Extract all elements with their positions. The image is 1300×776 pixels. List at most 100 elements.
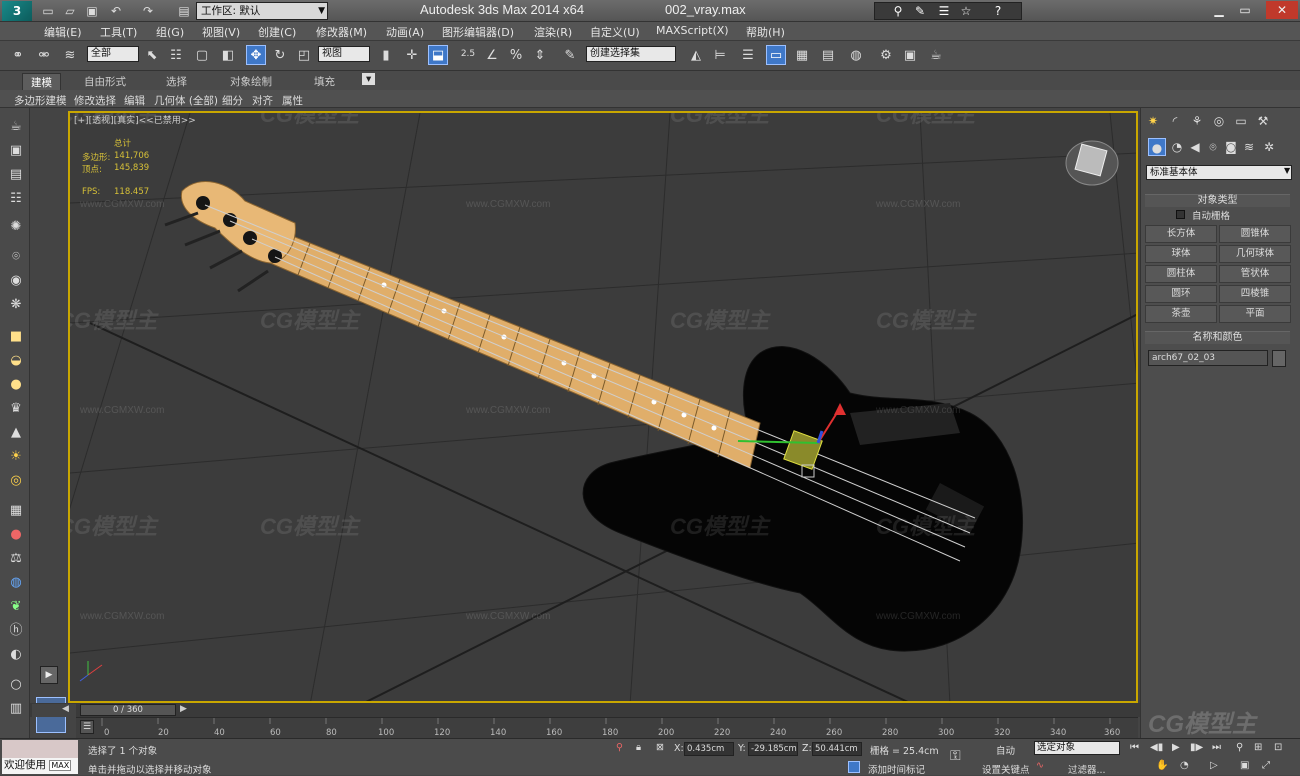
menu-views[interactable]: 视图(V) bbox=[202, 24, 240, 40]
reference-coordinate-select[interactable]: 视图 bbox=[318, 46, 370, 62]
rectangular-selection-icon[interactable]: ▢ bbox=[192, 46, 212, 66]
new-file-icon[interactable]: ▭ bbox=[40, 3, 56, 19]
ribbon-modify-selection[interactable]: 修改选择 bbox=[74, 93, 116, 108]
create-tab-icon[interactable]: ✷ bbox=[1144, 112, 1162, 130]
key-filters-button[interactable]: 过滤器... bbox=[1068, 762, 1106, 776]
guitar-neck[interactable] bbox=[269, 232, 761, 469]
hf-icon[interactable]: ⓗ bbox=[7, 622, 25, 640]
layer-manager-icon[interactable]: ☰ bbox=[738, 46, 758, 66]
cone-icon[interactable]: ▲ bbox=[7, 424, 25, 442]
x-coord-field[interactable]: 0.435cm bbox=[684, 742, 734, 756]
named-selection-set-select[interactable]: 创建选择集 bbox=[586, 46, 676, 62]
ribbon-tab-freeform[interactable]: 自由形式 bbox=[84, 74, 126, 89]
angle-snap-icon[interactable]: ∠ bbox=[482, 46, 502, 66]
goto-start-icon[interactable]: ⏮ bbox=[1130, 742, 1139, 753]
ribbon-tab-populate[interactable]: 填充 bbox=[314, 74, 335, 89]
rendered-frame-window-icon[interactable]: ▣ bbox=[900, 46, 920, 66]
time-slider[interactable]: 0 / 360 bbox=[80, 704, 176, 716]
close-button[interactable]: ✕ bbox=[1266, 1, 1298, 19]
maxscript-listener[interactable]: 欢迎使用 MAX bbox=[2, 758, 78, 774]
disc-icon[interactable]: ◎ bbox=[7, 472, 25, 490]
undo-icon[interactable]: ↶ bbox=[108, 3, 124, 19]
binoculars-icon[interactable]: ⚲ bbox=[890, 3, 906, 19]
modify-tab-icon[interactable]: ◜ bbox=[1166, 112, 1184, 130]
hierarchy-tab-icon[interactable]: ⚘ bbox=[1188, 112, 1206, 130]
camera-icon[interactable]: ⌾ bbox=[7, 248, 25, 266]
menu-tools[interactable]: 工具(T) bbox=[100, 24, 137, 40]
particles-icon[interactable]: ❋ bbox=[7, 296, 25, 314]
plane-button[interactable]: 平面 bbox=[1219, 305, 1291, 323]
render-production-icon[interactable]: ☕ bbox=[926, 46, 946, 66]
torus-button[interactable]: 圆环 bbox=[1145, 285, 1217, 303]
sphere-icon[interactable]: ● bbox=[7, 376, 25, 394]
bind-space-warp-icon[interactable]: ≋ bbox=[60, 46, 80, 66]
menu-graph-editors[interactable]: 图形编辑器(D) bbox=[442, 24, 514, 40]
autogrid-checkbox[interactable] bbox=[1176, 210, 1185, 219]
object-color-swatch[interactable] bbox=[1272, 350, 1286, 367]
sun-icon[interactable]: ☀ bbox=[7, 448, 25, 466]
add-time-tag[interactable]: 添加时间标记 bbox=[868, 762, 925, 776]
helpers-icon[interactable]: ◙ bbox=[1222, 138, 1240, 156]
prev-frame-icon[interactable]: ◀▮ bbox=[1150, 742, 1163, 753]
minimize-button[interactable]: ▁ bbox=[1206, 1, 1232, 19]
unlink-icon[interactable]: ⚮ bbox=[34, 46, 54, 66]
hemisphere-icon[interactable]: ◒ bbox=[7, 352, 25, 370]
redo-icon[interactable]: ↷ bbox=[140, 3, 156, 19]
picture-icon[interactable]: ▣ bbox=[7, 142, 25, 160]
lights-icon[interactable]: ◀ bbox=[1186, 138, 1204, 156]
curve-editor-icon[interactable]: ▦ bbox=[792, 46, 812, 66]
teapot-icon[interactable]: ☕ bbox=[7, 118, 25, 136]
link-icon[interactable]: ⚭ bbox=[8, 46, 28, 66]
object-type-rollout[interactable]: 对象类型 bbox=[1145, 194, 1290, 207]
menu-maxscript[interactable]: MAXScript(X) bbox=[656, 24, 729, 37]
sphere-button[interactable]: 球体 bbox=[1145, 245, 1217, 263]
zoom-all-icon[interactable]: ⊞ bbox=[1254, 742, 1262, 753]
spinner-snap-icon[interactable]: ⇕ bbox=[530, 46, 550, 66]
name-and-color-rollout[interactable]: 名称和颜色 bbox=[1145, 331, 1290, 344]
box-icon[interactable]: ■ bbox=[7, 328, 25, 346]
document-icon[interactable]: ▤ bbox=[7, 166, 25, 184]
render-setup-icon[interactable]: ⚙ bbox=[876, 46, 896, 66]
motion-tab-icon[interactable]: ◎ bbox=[1210, 112, 1228, 130]
isolate-selection-icon[interactable]: ⚲ bbox=[616, 742, 623, 753]
teapot-button[interactable]: 茶壶 bbox=[1145, 305, 1217, 323]
cylinder-button[interactable]: 圆柱体 bbox=[1145, 265, 1217, 283]
ribbon-edit[interactable]: 编辑 bbox=[124, 93, 145, 108]
time-tag-icon[interactable] bbox=[848, 761, 860, 773]
cameras-icon[interactable]: ⌾ bbox=[1204, 138, 1222, 156]
z-coord-field[interactable]: 50.441cm bbox=[812, 742, 862, 756]
next-frame-icon[interactable]: ▮▶ bbox=[1190, 742, 1203, 753]
mirror-icon[interactable]: ◭ bbox=[686, 46, 706, 66]
hair-icon[interactable]: ❦ bbox=[7, 598, 25, 616]
menu-help[interactable]: 帮助(H) bbox=[746, 24, 785, 40]
auto-key-button[interactable]: 自动 bbox=[996, 743, 1015, 757]
utilities-tab-icon[interactable]: ⚒ bbox=[1254, 112, 1272, 130]
select-by-name-icon[interactable]: ☷ bbox=[166, 46, 186, 66]
percent-snap-icon[interactable]: % bbox=[506, 46, 526, 66]
open-file-icon[interactable]: ▱ bbox=[62, 3, 78, 19]
white-sphere-icon[interactable]: ○ bbox=[7, 676, 25, 694]
grid-icon[interactable]: ▦ bbox=[7, 502, 25, 520]
geosphere-button[interactable]: 几何球体 bbox=[1219, 245, 1291, 263]
select-and-scale-icon[interactable]: ◰ bbox=[294, 46, 314, 66]
menu-modifiers[interactable]: 修改器(M) bbox=[316, 24, 367, 40]
zoom-icon[interactable]: ⚲ bbox=[1236, 742, 1243, 753]
save-file-icon[interactable]: ▣ bbox=[84, 3, 100, 19]
time-prev-arrow-icon[interactable]: ◀ bbox=[62, 704, 69, 714]
key-icon[interactable]: ⚿ bbox=[950, 748, 961, 764]
cone-button[interactable]: 圆锥体 bbox=[1219, 225, 1291, 243]
favorites-star-icon[interactable]: ☆ bbox=[958, 3, 974, 19]
play-icon[interactable]: ▶ bbox=[1172, 742, 1180, 753]
object-name-input[interactable]: arch67_02_03 bbox=[1148, 350, 1268, 366]
menu-group[interactable]: 组(G) bbox=[156, 24, 184, 40]
orbit-icon[interactable]: ◔ bbox=[1180, 760, 1189, 771]
select-and-rotate-icon[interactable]: ↻ bbox=[270, 46, 290, 66]
pivot-center-icon[interactable]: ▮ bbox=[376, 46, 396, 66]
ribbon-align[interactable]: 对齐 bbox=[252, 93, 273, 108]
systems-icon[interactable]: ✲ bbox=[1260, 138, 1278, 156]
light-bulb-icon[interactable]: ✺ bbox=[7, 218, 25, 236]
cloth-icon[interactable]: ◐ bbox=[7, 646, 25, 664]
set-key-button[interactable]: 设置关键点 bbox=[982, 762, 1030, 776]
shapes-icon[interactable]: ◔ bbox=[1168, 138, 1186, 156]
pyramid-button[interactable]: 四棱锥 bbox=[1219, 285, 1291, 303]
